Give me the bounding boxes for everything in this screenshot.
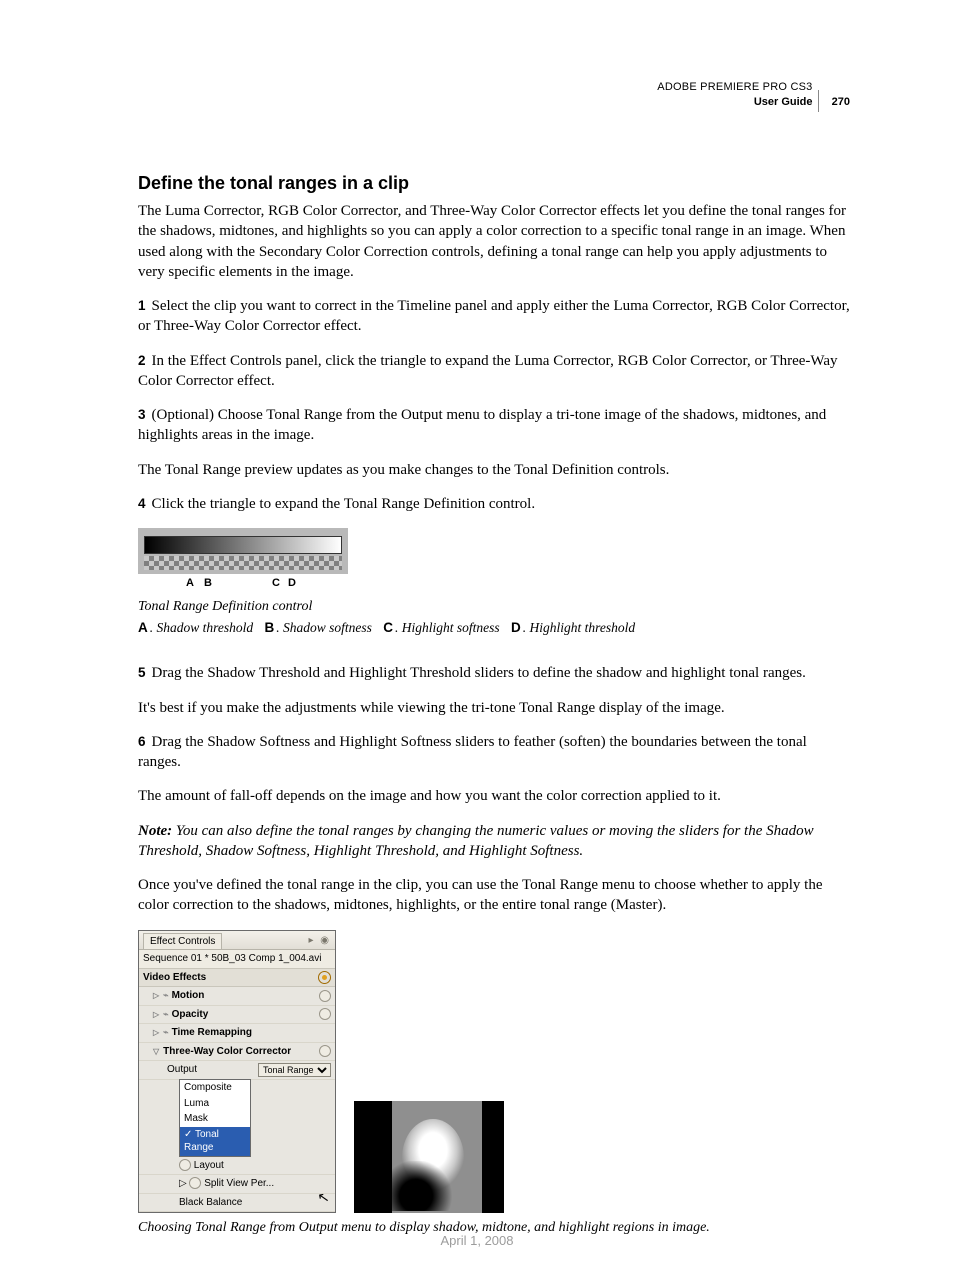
step-number: 6: [138, 734, 146, 749]
checkbox-icon[interactable]: [179, 1159, 191, 1171]
layout-row[interactable]: Layout: [139, 1157, 335, 1176]
figure1-caption: Tonal Range Definition control: [138, 598, 850, 617]
header-product: ADOBE PREMIERE PRO CS3: [657, 81, 812, 93]
effect-row-motion[interactable]: ▷ ⌁ Motion: [139, 987, 335, 1006]
step-number: 3: [138, 407, 146, 422]
effect-label: Motion: [172, 990, 205, 1001]
toggle-icon[interactable]: [319, 990, 331, 1002]
split-label: Split View Per...: [204, 1178, 274, 1189]
legend-val-d: Highlight threshold: [530, 620, 636, 635]
fx-icon: ⌁: [163, 1009, 168, 1019]
section-title: Define the tonal ranges in a clip: [138, 171, 850, 195]
legend-key-a: A: [138, 620, 148, 635]
step-1: 1Select the clip you want to correct in …: [138, 296, 850, 337]
menu-item-composite[interactable]: Composite: [180, 1080, 250, 1096]
step-number: 5: [138, 665, 146, 680]
legend-val-c: Highlight softness: [402, 620, 500, 635]
expand-icon[interactable]: ▷: [153, 1010, 159, 1019]
effect-controls-panel: Effect Controls ▸ ◉ Sequence 01 * 50B_03…: [138, 930, 336, 1214]
checker-strip: [144, 556, 342, 570]
tonal-range-control-figure: [138, 528, 348, 574]
menu-item-luma[interactable]: Luma: [180, 1096, 250, 1112]
step-text: Drag the Shadow Threshold and Highlight …: [152, 665, 806, 681]
panel-menu-icon[interactable]: ▸ ◉: [308, 934, 331, 948]
checkbox-icon[interactable]: [189, 1177, 201, 1189]
step-2: 2In the Effect Controls panel, click the…: [138, 351, 850, 392]
step-text: In the Effect Controls panel, click the …: [138, 353, 838, 389]
page-header: ADOBE PREMIERE PRO CS3 User Guide 270: [138, 80, 850, 113]
toggle-icon[interactable]: [319, 1008, 331, 1020]
step-5-followup: It's best if you make the adjustments wh…: [138, 698, 850, 718]
effect-row-three-way[interactable]: ▽ Three-Way Color Corrector: [139, 1043, 335, 1062]
step-text: (Optional) Choose Tonal Range from the O…: [138, 407, 826, 443]
effect-row-time-remapping[interactable]: ▷ ⌁ Time Remapping: [139, 1024, 335, 1043]
expand-icon[interactable]: ▷: [153, 991, 159, 1000]
sequence-row: Sequence 01 * 50B_03 Comp 1_004.avi: [139, 950, 335, 969]
legend-key-d: D: [511, 620, 521, 635]
toggle-icon[interactable]: [319, 1045, 331, 1057]
figure-marker-labels: A B C D: [138, 574, 348, 592]
step-text: Drag the Shadow Softness and Highlight S…: [138, 734, 807, 770]
effect-label: Opacity: [172, 1009, 209, 1020]
reset-icon[interactable]: [318, 971, 331, 984]
fx-icon: ⌁: [163, 1027, 168, 1037]
note-text: You can also define the tonal ranges by …: [138, 823, 814, 859]
step-text: Click the triangle to expand the Tonal R…: [152, 496, 536, 512]
step-4: 4 Click the triangle to expand the Tonal …: [138, 494, 850, 514]
note-label: Note:: [138, 823, 172, 839]
marker-d: D: [288, 576, 296, 591]
output-row: Output Tonal Range: [139, 1061, 335, 1080]
step-text: Select the clip you want to correct in t…: [138, 298, 850, 334]
note-paragraph: Note: You can also define the tonal rang…: [138, 821, 850, 862]
expand-icon[interactable]: ▷: [153, 1028, 159, 1037]
tritone-preview-image: [354, 1101, 504, 1213]
step-6: 6Drag the Shadow Softness and Highlight …: [138, 732, 850, 773]
page-number: 270: [832, 95, 850, 110]
step-number: 2: [138, 353, 146, 368]
output-dropdown[interactable]: Tonal Range: [258, 1063, 331, 1077]
expand-icon[interactable]: ▽: [153, 1047, 159, 1056]
output-label: Output: [167, 1063, 197, 1077]
gradient-strip: [144, 536, 342, 554]
footer-date: April 1, 2008: [0, 1232, 954, 1250]
black-balance-row[interactable]: Black Balance: [139, 1194, 335, 1213]
marker-a: A: [186, 576, 194, 591]
legend-val-b: Shadow softness: [283, 620, 372, 635]
after-note-paragraph: Once you've defined the tonal range in t…: [138, 875, 850, 916]
effect-controls-figure: Effect Controls ▸ ◉ Sequence 01 * 50B_03…: [138, 930, 850, 1214]
step-5: 5 Drag the Shadow Threshold and Highlight…: [138, 663, 850, 683]
fx-icon: ⌁: [163, 990, 168, 1000]
effect-label: Time Remapping: [172, 1027, 252, 1038]
step-6-followup: The amount of fall-off depends on the im…: [138, 786, 850, 806]
legend-key-b: B: [265, 620, 275, 635]
expand-icon[interactable]: ▷: [179, 1178, 187, 1189]
header-divider: [818, 90, 819, 112]
menu-item-tonal-range[interactable]: Tonal Range: [180, 1127, 250, 1156]
menu-item-mask[interactable]: Mask: [180, 1111, 250, 1127]
header-doc: User Guide: [754, 96, 813, 108]
marker-c: C: [272, 576, 280, 591]
legend-key-c: C: [383, 620, 393, 635]
output-menu[interactable]: Composite Luma Mask Tonal Range: [179, 1079, 251, 1157]
figure1-legend: A. Shadow threshold B. Shadow softness C…: [138, 619, 850, 637]
intro-paragraph: The Luma Corrector, RGB Color Corrector,…: [138, 201, 850, 282]
legend-val-a: Shadow threshold: [157, 620, 254, 635]
black-balance-label: Black Balance: [179, 1196, 242, 1210]
split-view-row[interactable]: ▷ Split View Per...: [139, 1175, 335, 1194]
effect-controls-tab[interactable]: Effect Controls: [143, 933, 222, 950]
effect-label: Three-Way Color Corrector: [163, 1046, 291, 1057]
step-number: 1: [138, 298, 146, 313]
step-3-followup: The Tonal Range preview updates as you m…: [138, 460, 850, 480]
step-3: 3(Optional) Choose Tonal Range from the …: [138, 405, 850, 446]
step-number: 4: [138, 496, 146, 511]
effect-row-opacity[interactable]: ▷ ⌁ Opacity: [139, 1006, 335, 1025]
video-effects-header: Video Effects: [143, 971, 206, 985]
layout-label: Layout: [194, 1160, 224, 1171]
marker-b: B: [204, 576, 212, 591]
